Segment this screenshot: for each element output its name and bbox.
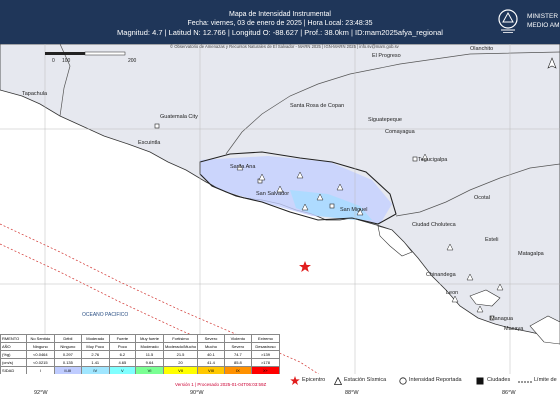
legend-cell: Fuerte — [108, 334, 137, 343]
coat-of-arms-icon — [498, 9, 518, 33]
longitude-axis: 92°W 90°W 88°W 86°W — [0, 388, 560, 404]
legend-cell: >139 — [250, 350, 281, 359]
legend-cell: >178 — [250, 358, 281, 367]
legend-cell: 21.5 — [162, 350, 199, 359]
place-olanchito: Olanchito — [470, 46, 494, 52]
legend-row-label: RMENTO — [0, 334, 27, 343]
city-legend-icon — [476, 377, 484, 385]
ministry-name: MINISTER MEDIO AM — [527, 12, 560, 30]
legend-ciudades: Ciudades — [487, 377, 511, 383]
scale-label-0: 0 — [52, 58, 55, 64]
legend-cell: Poco — [108, 342, 137, 351]
place-santa-rosa-de-copan: Santa Rosa de Copan — [290, 103, 345, 109]
place-tapachula: Tapachula — [22, 91, 48, 97]
place-siguatepeque: Siguatepeque — [368, 117, 402, 123]
lon-label-92w: 92°W — [34, 390, 48, 396]
legend-cell: 6.2 — [108, 350, 137, 359]
scale-label-200: 200 — [128, 58, 137, 64]
place-matagalpa: Matagalpa — [518, 251, 544, 257]
epicenter-legend-icon — [290, 376, 300, 385]
legend-cell: Violento — [223, 334, 252, 343]
ministry-line-2: MEDIO AM — [527, 22, 560, 29]
legend-row-label: (cm/s) — [0, 358, 27, 367]
legend-cell: Moderado — [80, 334, 110, 343]
version-text: Versión 1 | Procesado 2025-01-04T06:03:5… — [175, 382, 267, 387]
legend-row: (%g) <0.0464 0.297 2.76 6.2 11.5 21.5 40.1 74.7 >… — [0, 350, 281, 359]
station-legend-icon — [334, 377, 342, 385]
place-chinandega: Chinandega — [426, 272, 456, 278]
map-credit: © Observatorio de Amenazas y Recursos Na… — [170, 44, 400, 49]
legend-cell: <0.0464 — [25, 350, 55, 359]
legend-epicentro: Epicentro — [302, 377, 326, 383]
place-comayagua: Comayagua — [385, 129, 415, 135]
place-masaya: Masaya — [504, 326, 524, 332]
legend-cell: Muy fuerte — [135, 334, 164, 343]
legend-cell: Severo — [197, 334, 225, 343]
lon-label-86w: 86°W — [502, 390, 516, 396]
legend-cell: 1.41 — [80, 358, 110, 367]
map-frame: Mapa de Intensidad Instrumental Fecha: v… — [0, 0, 560, 404]
legend-estacion: Estación Sísmica — [344, 377, 387, 383]
place-esteli: Esteli — [485, 237, 499, 243]
legend-cell: 20 — [162, 358, 199, 367]
legend-cell: Desastroso — [250, 342, 281, 351]
legend-cell: <0.0215 — [25, 358, 55, 367]
legend-cell: 4.65 — [108, 358, 137, 367]
legend-cell: 11.5 — [135, 350, 164, 359]
place-santa-ana: Santa Ana — [230, 164, 256, 170]
map-title: Mapa de Intensidad Instrumental — [229, 11, 331, 18]
legend-cell: Ninguno — [53, 342, 82, 351]
legend-cell: Muy Poco — [80, 342, 110, 351]
legend-cell: 2.76 — [80, 350, 110, 359]
legend-cell: 41.4 — [197, 358, 225, 367]
place-el-progreso: El Progreso — [372, 53, 401, 59]
legend-cell: Severo — [223, 342, 252, 351]
date-line: Fecha: viernes, 03 de enero de 2025 | Ho… — [187, 20, 373, 27]
legend-cell: 0.297 — [53, 350, 82, 359]
legend-row-label: (%g) — [0, 350, 27, 359]
ministry-line-1: MINISTER — [527, 13, 559, 20]
scale-label-100: 100 — [62, 58, 71, 64]
place-san-salvador: San Salvador — [256, 191, 290, 197]
place-leon: Leon — [446, 290, 459, 296]
footer-bar: Versión 1 | Procesado 2025-01-04T06:03:5… — [0, 374, 560, 388]
legend-intensidad: Intensidad Reportada — [409, 377, 462, 383]
legend-cell: 9.64 — [135, 358, 164, 367]
place-oceano-pacifico: OCEANO PACIFICO — [82, 312, 129, 318]
legend-cell: 40.1 — [197, 350, 225, 359]
legend-cell: 0.135 — [53, 358, 82, 367]
legend-row: AÑO Ninguno Ninguno Muy Poco Poco Moderado Mod… — [0, 342, 281, 351]
place-escuintla: Escuintla — [138, 140, 161, 146]
scale-bar — [45, 51, 126, 56]
legend-row: RMENTO No Sentido Débil Moderado Fuerte Muy f… — [0, 334, 281, 343]
legend-cell: 85.8 — [223, 358, 252, 367]
place-san-miguel: San Miguel — [340, 207, 368, 213]
legend-cell: Fortísimo — [162, 334, 199, 343]
place-ciudad-choluteca: Ciudad Choluteca — [412, 222, 456, 228]
legend-cell: Débil — [53, 334, 82, 343]
legend-limite: Límite de — [534, 377, 557, 383]
legend-cell: No Sentido — [25, 334, 55, 343]
legend-cell: Mucho — [197, 342, 225, 351]
legend-cell: Extremo — [250, 334, 281, 343]
params-line: Magnitud: 4.7 | Latitud N: 12.766 | Long… — [117, 28, 443, 37]
legend-table: RMENTO No Sentido Débil Moderado Fuerte Muy f… — [0, 334, 281, 375]
reported-intensity-legend-icon — [399, 377, 407, 385]
legend-row-label: AÑO — [0, 342, 27, 351]
place-tegucigalpa: Tegucigalpa — [418, 157, 448, 163]
legend-cell: Moderado/Mucho — [162, 342, 199, 351]
legend-row: (cm/s) <0.0215 0.135 1.41 4.65 9.64 20 41.4 85.8… — [0, 358, 281, 367]
legend-cell: Ninguno — [25, 342, 55, 351]
place-managua: Managua — [490, 316, 513, 322]
place-ocotal: Ocotal — [474, 195, 490, 201]
place-guatemala-city: Guatemala City — [160, 114, 198, 120]
border-legend-icon — [518, 381, 532, 383]
legend-cell: Moderado — [135, 342, 164, 351]
header: Mapa de Intensidad Instrumental Fecha: v… — [0, 0, 560, 44]
lon-label-88w: 88°W — [345, 390, 359, 396]
legend-cell: 74.7 — [223, 350, 252, 359]
lon-label-90w: 90°W — [190, 390, 204, 396]
